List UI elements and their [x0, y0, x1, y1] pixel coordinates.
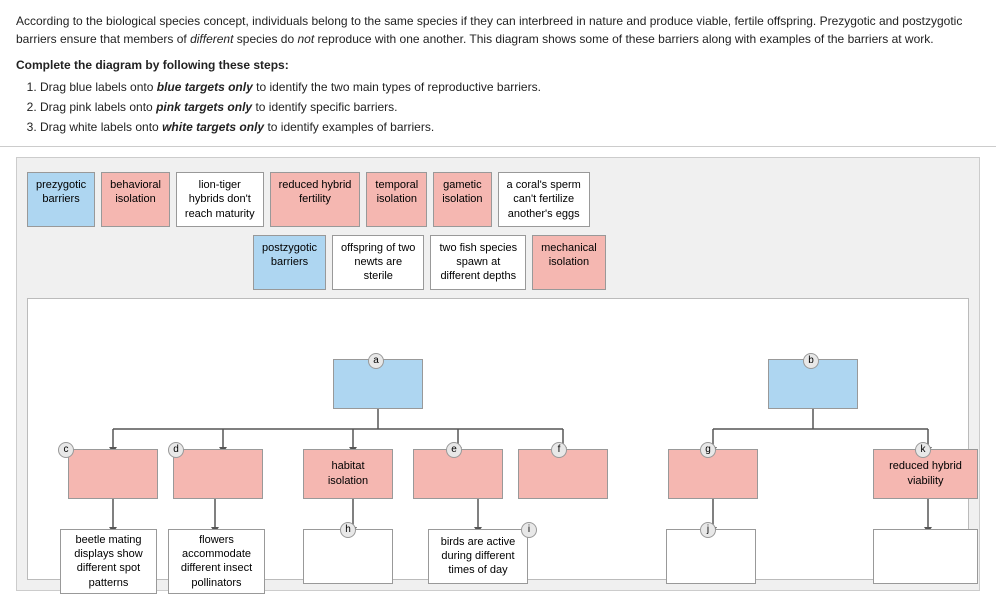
circle-g: g: [700, 442, 716, 458]
intro-section: According to the biological species conc…: [0, 0, 996, 147]
label-postzygotic[interactable]: postzygoticbarriers: [253, 235, 326, 290]
circle-i: i: [521, 522, 537, 538]
intro-paragraph: According to the biological species conc…: [16, 12, 980, 48]
label-mechanical[interactable]: mechanicalisolation: [532, 235, 606, 290]
target-d[interactable]: [173, 449, 263, 499]
circle-a: a: [368, 353, 384, 369]
circle-d: d: [168, 442, 184, 458]
circle-k-top: k: [915, 442, 931, 458]
circle-f: f: [551, 442, 567, 458]
labels-row-2: postzygoticbarriers offspring of twonewt…: [27, 235, 969, 290]
node-birds: birds are activeduring differenttimes of…: [428, 529, 528, 584]
label-lion-tiger[interactable]: lion-tigerhybrids don'treach maturity: [176, 172, 264, 227]
circle-b: b: [803, 353, 819, 369]
diagram-area: prezygoticbarriers behavioralisolation l…: [16, 157, 980, 591]
circle-h: h: [340, 522, 356, 538]
step-1: Drag blue labels onto blue targets only …: [40, 78, 980, 96]
label-reduced-fertility[interactable]: reduced hybridfertility: [270, 172, 361, 227]
target-c[interactable]: [68, 449, 158, 499]
target-k[interactable]: [873, 529, 978, 584]
label-two-fish[interactable]: two fish speciesspawn atdifferent depths: [430, 235, 526, 290]
label-offspring-newts[interactable]: offspring of twonewts aresterile: [332, 235, 424, 290]
tree-container: a b c d e f g h i j k habitatisolation: [38, 309, 958, 569]
node-beetle: beetle matingdisplays showdifferent spot…: [60, 529, 157, 594]
label-coral[interactable]: a coral's spermcan't fertilizeanother's …: [498, 172, 590, 227]
label-temporal[interactable]: temporalisolation: [366, 172, 427, 227]
node-flowers: flowersaccommodatedifferent insectpollin…: [168, 529, 265, 594]
label-behavioral[interactable]: behavioralisolation: [101, 172, 170, 227]
circle-e: e: [446, 442, 462, 458]
diagram-main: a b c d e f g h i j k habitatisolation: [27, 298, 969, 580]
label-gametic[interactable]: gameticisolation: [433, 172, 491, 227]
target-g[interactable]: [668, 449, 758, 499]
circle-c: c: [58, 442, 74, 458]
step-2: Drag pink labels onto pink targets only …: [40, 98, 980, 116]
labels-row-1: prezygoticbarriers behavioralisolation l…: [27, 172, 969, 227]
label-prezygotic[interactable]: prezygoticbarriers: [27, 172, 95, 227]
step-3: Drag white labels onto white targets onl…: [40, 118, 980, 136]
node-habitat: habitatisolation: [303, 449, 393, 499]
circle-j: j: [700, 522, 716, 538]
steps-heading: Complete the diagram by following these …: [16, 56, 980, 74]
